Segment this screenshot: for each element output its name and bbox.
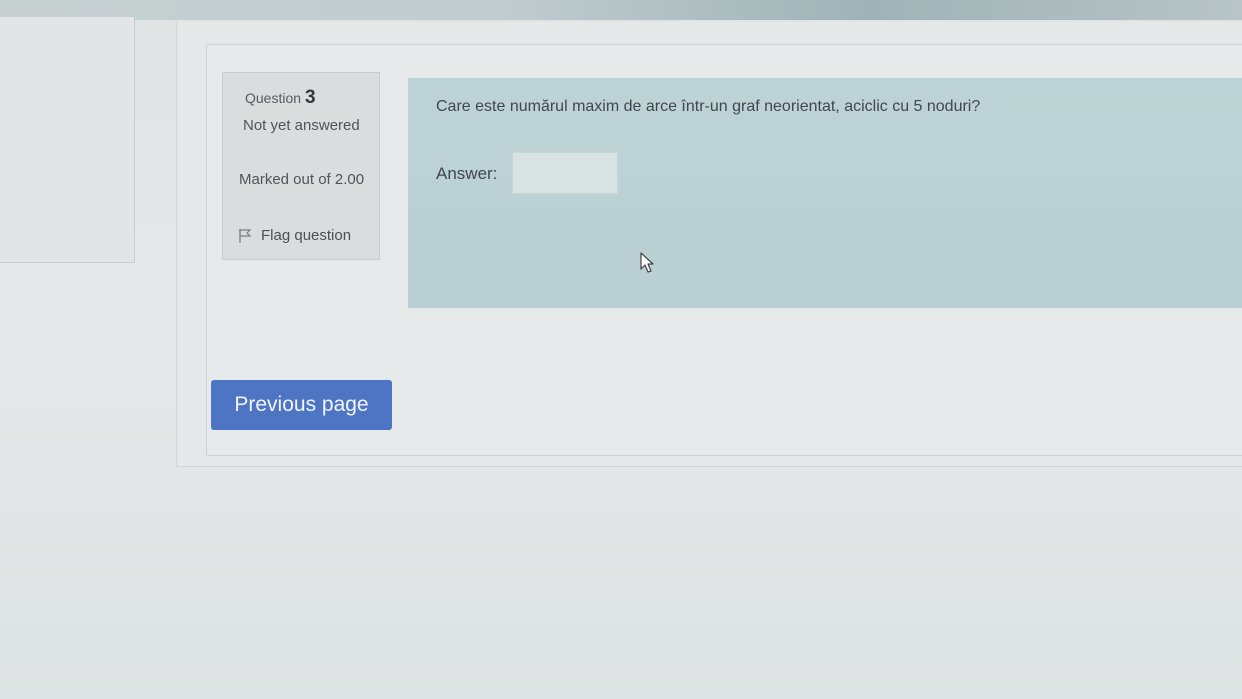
question-state: Not yet answered — [243, 117, 360, 134]
flag-icon — [237, 228, 253, 244]
question-number: 3 — [304, 87, 316, 108]
left-column-block — [0, 16, 135, 263]
question-heading: Question 3 — [245, 87, 316, 109]
question-text: Care este numărul maxim de arce într-un … — [436, 98, 981, 115]
flag-question-link[interactable]: Flag question — [237, 227, 351, 244]
answer-label: Answer: — [436, 164, 498, 183]
previous-page-button[interactable]: Previous page — [211, 380, 392, 430]
question-content: Care este numărul maxim de arce într-un … — [408, 78, 1242, 308]
answer-input[interactable] — [512, 152, 618, 194]
question-grade: Marked out of 2.00 — [239, 171, 365, 188]
flag-question-label: Flag question — [261, 227, 352, 244]
question-info: Question 3 Not yet answered Marked out o… — [222, 72, 380, 260]
question-label: Question — [245, 90, 302, 106]
top-banner — [0, 0, 1242, 20]
mouse-pointer-icon — [640, 252, 656, 274]
